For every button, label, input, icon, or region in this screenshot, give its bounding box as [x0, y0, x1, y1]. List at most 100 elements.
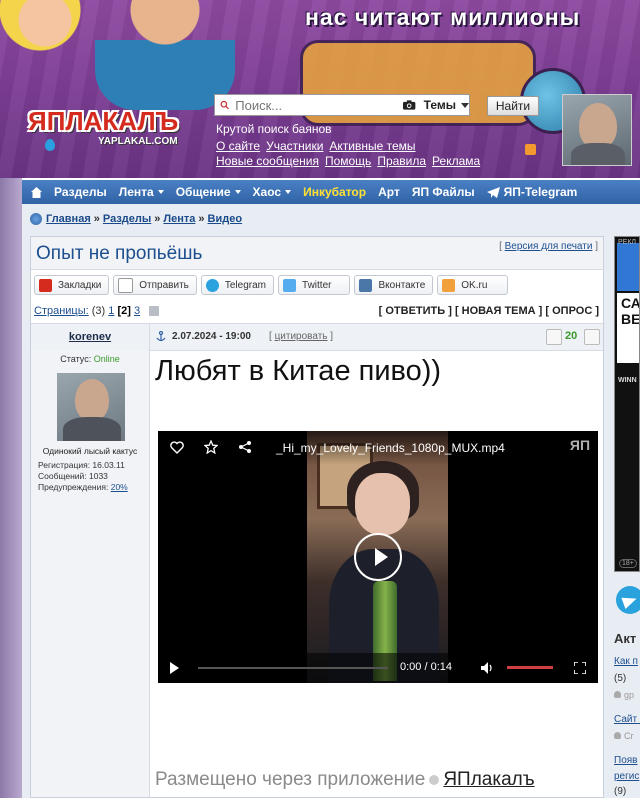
- topic-actions[interactable]: [ ОТВЕТИТЬ ] [ НОВАЯ ТЕМА ] [ ОПРОС ]: [379, 305, 599, 317]
- rss-icon[interactable]: [525, 144, 536, 155]
- active-topic-count: (5): [614, 673, 627, 684]
- active-topic-link[interactable]: регис: [614, 771, 639, 782]
- share-vk-button[interactable]: Вконтакте: [354, 275, 434, 295]
- link-members[interactable]: Участники: [266, 139, 323, 153]
- nav-communication[interactable]: Общение: [176, 185, 241, 199]
- header-banner: нас читают миллионы ЯПЛАКАЛЪ YAPLAKAL.CO…: [0, 0, 640, 178]
- volume-slider[interactable]: [507, 666, 553, 669]
- play-button[interactable]: [170, 662, 179, 674]
- page-title: Опыт не пропьёшь: [36, 243, 203, 264]
- rate-down-button[interactable]: [546, 329, 562, 345]
- page-1-link[interactable]: 1: [108, 305, 114, 317]
- home-icon[interactable]: [31, 186, 42, 198]
- ad-banner[interactable]: РЕКЛ СА ВЕ WINN 18+: [614, 236, 640, 572]
- quote-link[interactable]: [ цитировать ]: [269, 331, 333, 342]
- breadcrumb: Главная» Разделы» Лента» Видео: [30, 213, 242, 225]
- ad-image: [617, 243, 639, 291]
- link-ads[interactable]: Реклама: [432, 154, 480, 168]
- site-logo[interactable]: ЯПЛАКАЛЪ YAPLAKAL.COM: [28, 106, 198, 156]
- logo-drop-icon: [45, 139, 55, 151]
- logo-domain: YAPLAKAL.COM: [98, 136, 178, 147]
- active-topics-title: Акт: [614, 631, 637, 646]
- chevron-down-icon: [285, 190, 292, 194]
- star-icon[interactable]: [204, 440, 218, 454]
- ad-text: СА ВЕ: [621, 295, 640, 327]
- ad-label: РЕКЛ: [618, 239, 637, 246]
- breadcrumb-sections[interactable]: Разделы: [103, 213, 151, 225]
- link-about[interactable]: О сайте: [216, 139, 260, 153]
- nav-telegram[interactable]: ЯП-Telegram: [486, 185, 577, 199]
- search-scope-select[interactable]: Темы: [424, 98, 456, 112]
- nav-feed[interactable]: Лента: [119, 185, 164, 199]
- search-icon: [220, 100, 229, 110]
- fullscreen-icon[interactable]: [574, 662, 586, 674]
- user-stats: Регистрация: 16.03.11 Сообщений: 1033 Пр…: [38, 460, 128, 492]
- post-header: korenev 2.07.2024 - 19:00 [ цитировать ]…: [31, 323, 603, 351]
- nav-files[interactable]: ЯП Файлы: [412, 185, 475, 199]
- active-topic-link[interactable]: Появ: [614, 755, 637, 766]
- nav-chaos[interactable]: Хаос: [253, 185, 292, 199]
- breadcrumb-home[interactable]: Главная: [46, 213, 91, 225]
- anchor-icon[interactable]: [156, 331, 166, 342]
- telegram-icon[interactable]: [616, 586, 640, 614]
- header-links: Крутой поиск баянов О сайте Участники Акти…: [216, 122, 486, 169]
- link-new-messages[interactable]: Новые сообщения: [216, 154, 319, 168]
- video-filename: _Hi_my_Lovely_Friends_1080p_MUX.mp4: [276, 441, 505, 455]
- link-help[interactable]: Помощь: [325, 154, 371, 168]
- app-link[interactable]: ЯПлакалъ: [443, 769, 534, 790]
- pagination: Страницы: (3) 1 [2] 3: [34, 305, 160, 317]
- chevron-down-icon: [234, 190, 241, 194]
- print-version-link[interactable]: [ Версия для печати ]: [499, 241, 598, 252]
- nav-sections[interactable]: Разделы: [54, 185, 107, 199]
- page-3-link[interactable]: 3: [134, 305, 140, 317]
- video-time: 0:00 / 0:14: [400, 661, 452, 673]
- current-user-avatar[interactable]: [562, 94, 632, 166]
- left-decor-stripe: [0, 178, 22, 798]
- header-tagline: Крутой поиск баянов: [216, 122, 332, 136]
- play-icon[interactable]: [354, 533, 402, 581]
- share-ok-button[interactable]: OK.ru: [437, 275, 509, 295]
- search-box: Темы: [214, 94, 470, 116]
- avatar[interactable]: [57, 373, 125, 441]
- nav-art[interactable]: Арт: [378, 185, 400, 199]
- yap-icon: [39, 278, 52, 292]
- camera-icon[interactable]: [403, 99, 416, 111]
- active-topic-link[interactable]: Сайт з: [614, 714, 640, 725]
- breadcrumb-icon: [30, 213, 42, 225]
- volume-icon[interactable]: [481, 662, 493, 674]
- link-rules[interactable]: Правила: [377, 154, 426, 168]
- link-active-topics[interactable]: Активные темы: [329, 139, 415, 153]
- share-icon[interactable]: [238, 440, 252, 454]
- heart-icon[interactable]: [170, 441, 184, 454]
- active-topic-user: gp: [614, 690, 634, 700]
- video-progress-bar[interactable]: [198, 667, 388, 669]
- search-input[interactable]: [233, 96, 388, 114]
- rate-up-button[interactable]: [584, 329, 600, 345]
- share-telegram-button[interactable]: Telegram: [200, 275, 275, 295]
- post-date: 2.07.2024 - 19:00: [172, 331, 251, 342]
- post-footer: Размещено через приложение ЯПлакалъ: [155, 769, 535, 790]
- breadcrumb-video[interactable]: Видео: [208, 213, 243, 225]
- warnings-link[interactable]: 20%: [111, 482, 128, 492]
- pages-menu-icon[interactable]: [149, 306, 160, 317]
- active-topic-link[interactable]: Как п: [614, 656, 638, 667]
- mail-icon: [118, 277, 134, 293]
- video-watermark: ЯП: [569, 437, 590, 453]
- video-controls: 0:00 / 0:14: [158, 653, 598, 683]
- breadcrumb-feed[interactable]: Лента: [163, 213, 195, 225]
- search-button[interactable]: Найти: [487, 96, 539, 116]
- app-icon: [429, 774, 440, 785]
- post-author-link[interactable]: korenev: [31, 324, 150, 350]
- share-twitter-button[interactable]: Twitter: [278, 275, 351, 295]
- page-current: [2]: [117, 305, 131, 317]
- active-topic-user: Сг: [614, 731, 634, 741]
- chevron-down-icon: [157, 190, 164, 194]
- ad-win: WINN: [618, 377, 637, 384]
- share-bookmarks-button[interactable]: Закладки: [34, 275, 110, 295]
- ok-icon: [442, 278, 456, 292]
- author-sidebar: Статус: Online Одинокий лысый кактус Рег…: [31, 350, 150, 797]
- video-player[interactable]: _Hi_my_Lovely_Friends_1080p_MUX.mp4 ЯП 0…: [158, 431, 598, 683]
- share-send-button[interactable]: Отправить: [113, 275, 197, 295]
- nav-incubator[interactable]: Инкубатор: [303, 185, 366, 199]
- twitter-icon: [283, 278, 297, 292]
